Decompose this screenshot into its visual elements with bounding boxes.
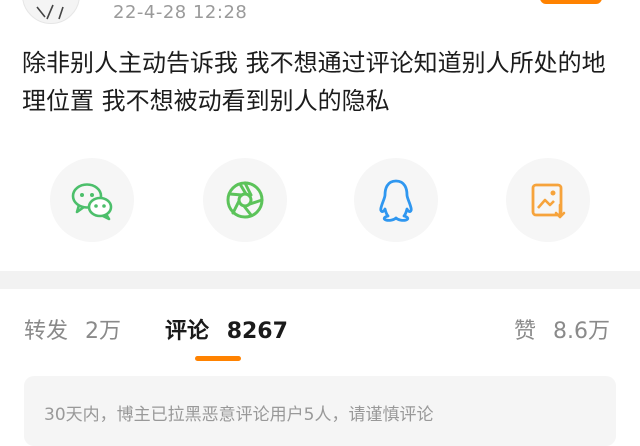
active-tab-indicator [195, 356, 241, 361]
avatar[interactable] [22, 0, 80, 24]
tab-repost[interactable]: 转发 2万 [24, 313, 121, 345]
share-row [0, 148, 640, 246]
comment-notice-text: 30天内，博主已拉黑恶意评论用户5人，请谨慎评论 [44, 405, 434, 425]
interaction-tabs: 转发 2万 评论 8267 赞 8.6万 [0, 289, 640, 361]
avatar-sketch-icon [36, 4, 64, 20]
section-divider [0, 271, 640, 289]
tab-comment-label: 评论 [165, 319, 210, 344]
qq-icon [379, 179, 413, 222]
comment-notice: 30天内，博主已拉黑恶意评论用户5人，请谨慎评论 [24, 376, 616, 446]
save-image-button[interactable] [506, 158, 590, 242]
save-image-icon [531, 183, 566, 219]
post-timestamp: 22-4-28 12:28 [113, 2, 248, 23]
moments-icon [226, 181, 264, 219]
tab-like-label: 赞 [514, 319, 537, 344]
tab-repost-count: 2万 [85, 319, 122, 344]
tab-like-count: 8.6万 [553, 319, 611, 344]
post-text: 除非别人主动告诉我 我不想通过评论知道别人所处的地理位置 我不想被动看到别人的隐… [22, 49, 606, 115]
tab-like[interactable]: 赞 8.6万 [514, 313, 610, 345]
wechat-icon [71, 183, 113, 221]
tab-repost-label: 转发 [24, 319, 69, 344]
follow-button[interactable] [540, 0, 602, 4]
share-wechat-button[interactable] [50, 158, 134, 242]
tab-comment-count: 8267 [226, 319, 288, 344]
tab-comment[interactable]: 评论 8267 [165, 313, 288, 345]
share-qq-button[interactable] [354, 158, 438, 242]
share-moments-button[interactable] [203, 158, 287, 242]
